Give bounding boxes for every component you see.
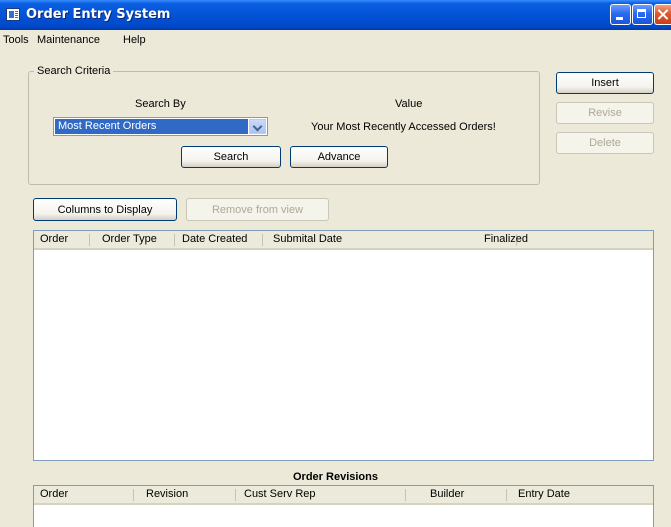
column-finalized[interactable]: Finalized	[478, 231, 648, 248]
remove-from-view-button[interactable]: Remove from view	[186, 198, 329, 221]
menu-bar: Tools Maintenance Help	[0, 30, 671, 50]
minimize-icon[interactable]	[610, 4, 631, 25]
search-by-selected: Most Recent Orders	[55, 119, 248, 134]
search-by-label: Search By	[135, 98, 186, 110]
value-text: Your Most Recently Accessed Orders!	[311, 121, 496, 133]
column-cust-serv-rep[interactable]: Cust Serv Rep	[236, 486, 406, 503]
column-builder[interactable]: Builder	[406, 486, 507, 503]
column-order-type[interactable]: Order Type	[90, 231, 175, 248]
revisions-table[interactable]: Order Revision Cust Serv Rep Builder Ent…	[33, 485, 654, 527]
orders-table[interactable]: Order Order Type Date Created Submital D…	[33, 230, 654, 461]
insert-button[interactable]: Insert	[556, 72, 654, 94]
search-by-dropdown[interactable]: Most Recent Orders	[53, 117, 268, 136]
close-icon[interactable]	[654, 4, 671, 25]
advance-button[interactable]: Advance	[290, 146, 388, 168]
menu-tools[interactable]: Tools	[3, 34, 29, 46]
title-bar[interactable]: Order Entry System	[0, 0, 671, 30]
orders-table-header: Order Order Type Date Created Submital D…	[34, 231, 653, 250]
column-date-created[interactable]: Date Created	[175, 231, 263, 248]
column-rev-order[interactable]: Order	[34, 486, 134, 503]
column-entry-date[interactable]: Entry Date	[507, 486, 647, 503]
chevron-down-icon[interactable]	[249, 119, 266, 134]
maximize-icon[interactable]	[632, 4, 653, 25]
revise-button[interactable]: Revise	[556, 102, 654, 124]
search-criteria-label: Search Criteria	[34, 65, 114, 77]
value-label: Value	[395, 98, 423, 110]
menu-help[interactable]: Help	[123, 34, 146, 46]
revisions-table-header: Order Revision Cust Serv Rep Builder Ent…	[34, 486, 653, 505]
column-revision[interactable]: Revision	[134, 486, 236, 503]
window-title: Order Entry System	[26, 7, 171, 22]
delete-button[interactable]: Delete	[556, 132, 654, 154]
columns-to-display-button[interactable]: Columns to Display	[33, 198, 177, 221]
menu-maintenance[interactable]: Maintenance	[37, 34, 100, 46]
search-button[interactable]: Search	[181, 146, 281, 168]
app-icon	[6, 8, 20, 21]
order-revisions-title: Order Revisions	[293, 471, 378, 483]
column-order[interactable]: Order	[34, 231, 90, 248]
